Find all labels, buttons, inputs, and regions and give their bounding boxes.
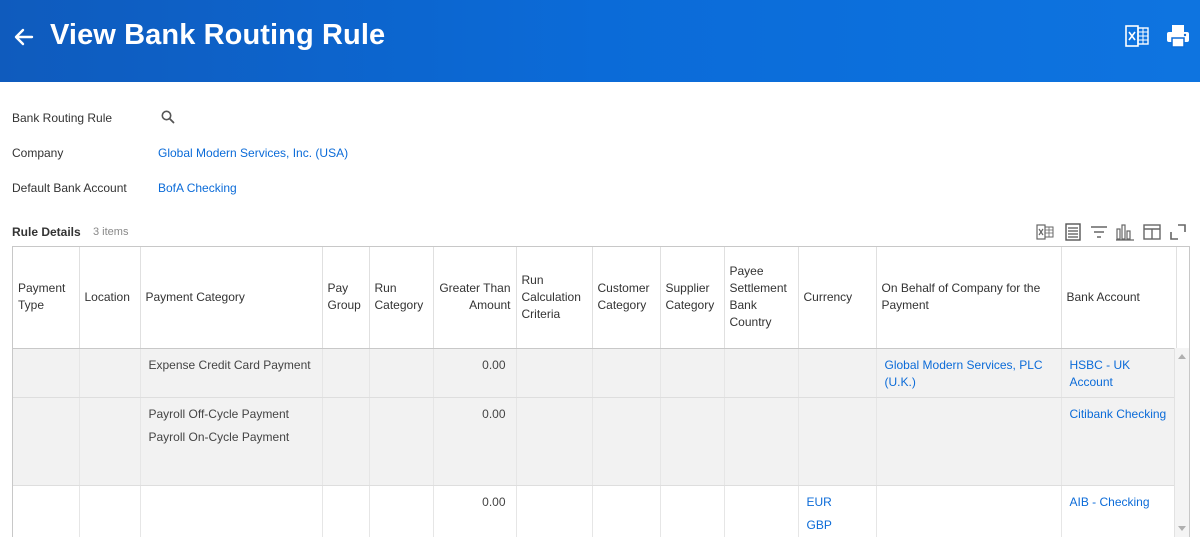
excel-export-icon[interactable] xyxy=(1035,222,1055,242)
on-behalf-of-company-cell xyxy=(876,485,1062,537)
run-calculation-criteria-cell xyxy=(516,485,593,537)
column-header[interactable]: Bank Account xyxy=(1061,247,1177,349)
run-calculation-criteria-cell xyxy=(516,397,593,486)
location-cell xyxy=(79,348,141,398)
table-row: Expense Credit Card Payment 0.00 Global … xyxy=(13,348,1177,398)
column-header[interactable]: Pay Group xyxy=(322,247,370,349)
bank-account-cell: Citibank Checking xyxy=(1061,397,1177,486)
currency-link[interactable]: GBP xyxy=(807,517,868,534)
item-count: 3 items xyxy=(93,226,129,238)
columns-icon[interactable] xyxy=(1142,222,1162,242)
scroll-down-arrow-icon[interactable] xyxy=(1178,526,1186,531)
pay-group-cell xyxy=(322,348,370,398)
pay-group-cell xyxy=(322,397,370,486)
supplier-category-cell xyxy=(660,485,725,537)
column-header[interactable]: On Behalf of Company for the Payment xyxy=(876,247,1062,349)
run-category-cell xyxy=(369,348,434,398)
bank-routing-rule-label: Bank Routing Rule xyxy=(12,111,113,125)
pay-group-cell xyxy=(322,485,370,537)
run-category-cell xyxy=(369,485,434,537)
table-header-row: Payment Type Location Payment Category P… xyxy=(13,247,1177,349)
column-header[interactable]: Currency xyxy=(798,247,877,349)
scroll-up-arrow-icon[interactable] xyxy=(1178,354,1186,359)
payee-settlement-bank-country-cell xyxy=(724,485,799,537)
table-row: Payroll Off-Cycle Payment Payroll On-Cyc… xyxy=(13,397,1177,486)
column-header[interactable]: Supplier Category xyxy=(660,247,725,349)
rule-details-table: Payment Type Location Payment Category P… xyxy=(13,247,1177,537)
run-calculation-criteria-cell xyxy=(516,348,593,398)
column-header[interactable]: Location xyxy=(79,247,141,349)
page-header: View Bank Routing Rule xyxy=(0,0,1200,82)
payment-category-cell: Payroll Off-Cycle Payment Payroll On-Cyc… xyxy=(140,397,323,486)
run-category-cell xyxy=(369,397,434,486)
column-header[interactable]: Payment Type xyxy=(13,247,80,349)
bank-account-link[interactable]: AIB - Checking xyxy=(1070,494,1168,511)
column-header[interactable]: Greater Than Amount xyxy=(433,247,517,349)
customer-category-cell xyxy=(592,348,661,398)
payment-type-cell xyxy=(13,485,80,537)
column-header[interactable]: Run Category xyxy=(369,247,434,349)
currency-cell: EUR GBP xyxy=(798,485,877,537)
default-bank-account-label: Default Bank Account xyxy=(12,181,127,195)
customer-category-cell xyxy=(592,397,661,486)
column-header[interactable]: Payment Category xyxy=(140,247,323,349)
excel-export-icon[interactable] xyxy=(1123,22,1151,50)
bank-account-link[interactable]: Citibank Checking xyxy=(1070,406,1168,423)
currency-cell xyxy=(798,397,877,486)
bank-account-cell: HSBC - UK Account xyxy=(1061,348,1177,398)
payment-category-value: Payroll On-Cycle Payment xyxy=(148,429,290,444)
currency-cell xyxy=(798,348,877,398)
payee-settlement-bank-country-cell xyxy=(724,397,799,486)
greater-than-amount-cell: 0.00 xyxy=(433,348,517,398)
payment-category-cell: Expense Credit Card Payment xyxy=(140,348,323,398)
chart-icon[interactable] xyxy=(1115,222,1135,242)
payment-category-value: Payroll Off-Cycle Payment xyxy=(148,406,290,421)
payment-category-cell xyxy=(140,485,323,537)
location-cell xyxy=(79,485,141,537)
rule-details-grid: Payment Type Location Payment Category P… xyxy=(12,246,1190,537)
column-header[interactable]: Run Calculation Criteria xyxy=(516,247,593,349)
search-icon[interactable] xyxy=(160,109,176,125)
payment-type-cell xyxy=(13,348,80,398)
currency-link[interactable]: EUR xyxy=(807,494,868,511)
default-bank-account-link[interactable]: BofA Checking xyxy=(158,181,237,195)
location-cell xyxy=(79,397,141,486)
company-link[interactable]: Global Modern Services, Inc. (USA) xyxy=(158,146,348,160)
on-behalf-of-company-cell: Global Modern Services, PLC (U.K.) xyxy=(876,348,1062,398)
fullscreen-icon[interactable] xyxy=(1168,222,1188,242)
payment-type-cell xyxy=(13,397,80,486)
column-header[interactable]: Customer Category xyxy=(592,247,661,349)
supplier-category-cell xyxy=(660,348,725,398)
company-label: Company xyxy=(12,146,64,160)
on-behalf-of-company-cell xyxy=(876,397,1062,486)
bank-account-link[interactable]: HSBC - UK Account xyxy=(1070,357,1168,391)
printer-icon[interactable] xyxy=(1164,22,1192,50)
on-behalf-of-company-link[interactable]: Global Modern Services, PLC (U.K.) xyxy=(885,357,1053,391)
greater-than-amount-cell: 0.00 xyxy=(433,485,517,537)
vertical-scrollbar[interactable] xyxy=(1174,348,1189,537)
customer-category-cell xyxy=(592,485,661,537)
payee-settlement-bank-country-cell xyxy=(724,348,799,398)
table-view-icon[interactable] xyxy=(1063,222,1083,242)
table-row: 0.00 EUR GBP AIB - Checking xyxy=(13,485,1177,537)
column-header[interactable]: Payee Settlement Bank Country xyxy=(724,247,799,349)
supplier-category-cell xyxy=(660,397,725,486)
greater-than-amount-cell: 0.00 xyxy=(433,397,517,486)
arrow-left-icon[interactable] xyxy=(12,22,38,52)
payment-category-value: Expense Credit Card Payment xyxy=(148,357,311,372)
page-title: View Bank Routing Rule xyxy=(50,19,386,51)
bank-account-cell: AIB - Checking xyxy=(1061,485,1177,537)
filter-icon[interactable] xyxy=(1089,222,1109,242)
section-title: Rule Details xyxy=(12,225,81,239)
